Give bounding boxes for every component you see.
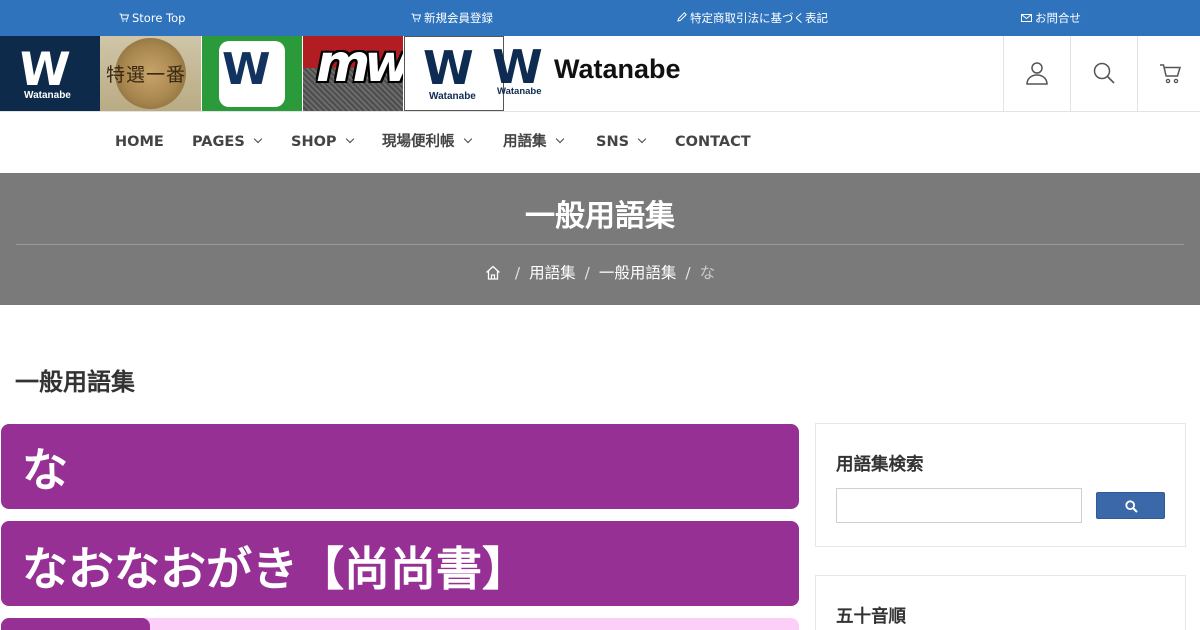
pencil-icon bbox=[677, 2, 687, 38]
term-label-cell bbox=[1, 618, 150, 630]
nav-label: SNS bbox=[596, 134, 630, 150]
register-label: 新規会員登録 bbox=[424, 11, 493, 25]
account-button[interactable] bbox=[1003, 36, 1070, 111]
brand-logo[interactable]: W Watanabe Watanabe bbox=[492, 40, 722, 100]
nav-label: 現場便利帳 bbox=[382, 134, 455, 150]
white-tile-mark: W bbox=[423, 41, 474, 95]
kana-index-widget: 五十音順 bbox=[815, 575, 1186, 630]
widget-title: 五十音順 bbox=[836, 607, 906, 627]
legal-notice-link[interactable]: 特定商取引法に基づく表記 bbox=[677, 0, 828, 36]
breadcrumb-home[interactable] bbox=[485, 264, 506, 282]
cart-icon bbox=[1160, 64, 1182, 84]
chevron-down-icon bbox=[253, 134, 263, 144]
widget-title: 用語集検索 bbox=[836, 455, 924, 475]
contact-link-top[interactable]: お問合せ bbox=[1021, 0, 1081, 36]
chevron-down-icon bbox=[637, 134, 647, 144]
search-icon bbox=[1125, 500, 1138, 513]
hero-divider bbox=[16, 244, 1184, 245]
breadcrumb-separator: / bbox=[685, 264, 691, 282]
nav-item-home[interactable]: HOME bbox=[115, 112, 164, 173]
tokusen-text: 特選一番 bbox=[106, 64, 187, 86]
term-detail-row bbox=[1, 618, 799, 630]
logo-mark: W bbox=[17, 42, 68, 96]
chevron-down-icon bbox=[555, 134, 564, 144]
nav-label: CONTACT bbox=[675, 134, 751, 150]
legal-notice-label: 特定商取引法に基づく表記 bbox=[690, 11, 828, 25]
site-header: W Watanabe 特選一番 W mw W Watanabe W Watana… bbox=[0, 36, 1200, 112]
search-button[interactable] bbox=[1070, 36, 1137, 111]
cart-button[interactable] bbox=[1137, 36, 1200, 111]
breadcrumb-separator: / bbox=[584, 264, 590, 282]
breadcrumb-separator: / bbox=[514, 264, 521, 282]
watanabe-white-tile[interactable]: W Watanabe bbox=[404, 36, 504, 111]
green-tile-mark: W bbox=[222, 44, 271, 95]
section-heading-band: な bbox=[1, 424, 799, 509]
breadcrumb-glossary[interactable]: 用語集 bbox=[529, 264, 576, 282]
mail-icon bbox=[1021, 2, 1032, 38]
nav-label: PAGES bbox=[192, 134, 245, 150]
nav-label: 用語集 bbox=[503, 134, 547, 150]
breadcrumb-current: な bbox=[699, 264, 716, 282]
term-heading-band: なおなおがき【尚尚書】 bbox=[1, 521, 799, 606]
nav-label: SHOP bbox=[291, 134, 337, 150]
term-heading: なおなおがき【尚尚書】 bbox=[22, 542, 528, 596]
hero-title: 一般用語集 bbox=[525, 199, 675, 234]
cart-icon bbox=[119, 2, 130, 38]
main-navigation: HOME PAGES SHOP 現場便利帳 用語集 SNS CONTACT bbox=[0, 112, 1200, 173]
chevron-down-icon bbox=[345, 134, 354, 144]
register-link[interactable]: 新規会員登録 bbox=[411, 0, 493, 36]
section-heading: な bbox=[22, 443, 68, 497]
glossary-search-button[interactable] bbox=[1096, 492, 1165, 519]
glossary-search-input[interactable] bbox=[836, 488, 1082, 523]
mw-tile[interactable]: mw bbox=[303, 36, 403, 111]
brand-wordmark: Watanabe bbox=[554, 54, 681, 84]
nav-label: HOME bbox=[115, 134, 164, 150]
top-utility-bar: Store Top 新規会員登録 特定商取引法に基づく表記 お問合せ bbox=[0, 0, 1200, 36]
search-icon bbox=[1093, 62, 1115, 84]
white-tile-subtext: Watanabe bbox=[429, 91, 476, 102]
store-top-link[interactable]: Store Top bbox=[119, 0, 185, 36]
home-icon bbox=[485, 265, 500, 280]
tokusen-ichiban-tile[interactable]: 特選一番 bbox=[100, 36, 201, 111]
nav-item-sns[interactable]: SNS bbox=[596, 112, 647, 173]
breadcrumb: / 用語集 / 一般用語集 / な bbox=[0, 261, 1200, 283]
green-w-tile[interactable]: W bbox=[202, 36, 302, 111]
user-icon bbox=[1026, 62, 1048, 85]
watanabe-logo-tile[interactable]: W Watanabe bbox=[0, 36, 100, 111]
nav-item-pages[interactable]: PAGES bbox=[192, 112, 263, 173]
contact-label-top: お問合せ bbox=[1035, 11, 1081, 25]
nav-item-genba-binricho[interactable]: 現場便利帳 bbox=[382, 112, 472, 173]
mw-mark: mw bbox=[316, 36, 403, 94]
store-top-label: Store Top bbox=[132, 11, 186, 25]
brand-mark-subtext: Watanabe bbox=[497, 86, 542, 97]
page-title: 一般用語集 bbox=[15, 368, 135, 396]
nav-item-shop[interactable]: SHOP bbox=[291, 112, 354, 173]
chevron-down-icon bbox=[463, 134, 472, 144]
nav-item-glossary[interactable]: 用語集 bbox=[503, 112, 564, 173]
logo-subtext: Watanabe bbox=[24, 90, 71, 101]
breadcrumb-general-glossary[interactable]: 一般用語集 bbox=[599, 264, 677, 282]
page-hero: 一般用語集 / 用語集 / 一般用語集 / な bbox=[0, 173, 1200, 305]
nav-item-contact[interactable]: CONTACT bbox=[675, 112, 751, 173]
cart-icon bbox=[411, 2, 422, 38]
glossary-search-widget: 用語集検索 bbox=[815, 423, 1186, 547]
